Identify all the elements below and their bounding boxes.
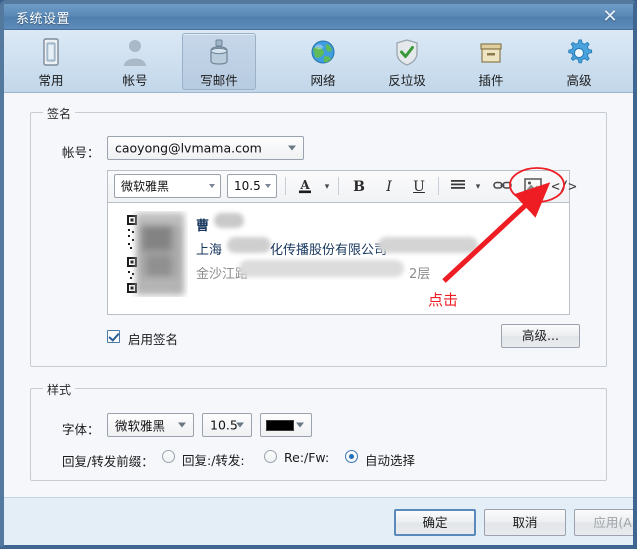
image-icon[interactable] <box>520 175 546 197</box>
underline-icon[interactable]: U <box>407 175 431 197</box>
redaction-block <box>227 237 271 253</box>
redaction-block <box>214 213 244 228</box>
style-font-label: 字体： <box>62 422 100 437</box>
chevron-down-icon <box>296 422 304 428</box>
tab-network-label: 网络 <box>310 73 336 88</box>
close-icon[interactable]: ✕ <box>597 6 623 28</box>
enable-signature-checkbox[interactable] <box>107 330 120 343</box>
user-icon <box>99 37 171 69</box>
signature-company-suffix: 化传播股份有限公司 <box>270 243 388 258</box>
align-icon[interactable] <box>447 175 469 197</box>
globe-icon <box>287 37 359 69</box>
signature-address-suffix: 2层 <box>409 267 431 282</box>
style-font-family-value: 微软雅黑 <box>115 418 166 434</box>
tab-general[interactable]: 常用 <box>14 33 88 90</box>
tab-advanced-label: 高级 <box>566 73 592 88</box>
tab-plugins-label: 插件 <box>478 73 504 88</box>
tab-general-label: 常用 <box>38 73 64 88</box>
tab-antispam-label: 反垃圾 <box>388 73 426 88</box>
toolbar-separator <box>338 177 339 195</box>
tab-network[interactable]: 网络 <box>286 33 360 90</box>
italic-icon[interactable]: I <box>377 175 401 197</box>
bold-icon[interactable]: B <box>347 175 371 197</box>
redaction-block <box>239 260 404 277</box>
chevron-down-icon <box>178 422 186 428</box>
plugin-box-icon <box>455 37 527 69</box>
font-color-icon[interactable]: A <box>294 175 316 197</box>
enable-signature-label: 启用签名 <box>128 332 179 347</box>
tab-compose-mail[interactable]: 写邮件 <box>182 33 256 90</box>
radio-auto-select[interactable] <box>345 450 358 463</box>
cancel-button[interactable]: 取消 <box>484 509 566 536</box>
tab-antispam[interactable]: 反垃圾 <box>370 33 444 90</box>
radio-reply-forward-cn[interactable] <box>162 450 175 463</box>
radio-auto-select-label: 自动选择 <box>365 453 416 468</box>
settings-window: 系统设置 ✕ 常用 帐号 写邮件 网络 反垃圾 插件 高级 签名 帐号： cao… <box>0 0 637 549</box>
svg-text:A: A <box>299 178 310 192</box>
radio-reply-forward-cn-label: 回复:/转发: <box>182 453 245 468</box>
source-code-icon[interactable]: </> <box>550 175 578 197</box>
align-dropdown-arrow-icon[interactable]: ▾ <box>467 175 489 197</box>
signature-group-title: 签名 <box>43 105 76 122</box>
toolbar-separator <box>285 177 286 195</box>
editor-font-size-value: 10.5 <box>234 179 261 193</box>
ok-button[interactable]: 确定 <box>394 509 476 536</box>
signature-advanced-button[interactable]: 高级... <box>501 324 580 348</box>
dialog-footer: 确定 取消 应用(A) <box>4 497 633 545</box>
style-group-title: 样式 <box>43 381 76 398</box>
link-icon[interactable] <box>490 175 516 197</box>
style-font-family-select[interactable]: 微软雅黑 <box>107 413 194 437</box>
redaction-block <box>378 237 478 253</box>
annotation-label: 点击 <box>428 291 459 309</box>
settings-tab-strip: 常用 帐号 写邮件 网络 反垃圾 插件 高级 <box>4 30 633 93</box>
battery-icon <box>15 37 87 69</box>
gear-icon <box>543 37 615 69</box>
signature-company-prefix: 上海 <box>196 243 223 258</box>
reply-prefix-label: 回复/转发前缀： <box>62 454 154 469</box>
editor-font-size-select[interactable]: 10.5 <box>227 174 277 198</box>
tab-advanced[interactable]: 高级 <box>542 33 616 90</box>
account-label: 帐号： <box>62 145 100 160</box>
qr-code-image <box>126 211 188 297</box>
inkwell-icon <box>183 37 255 69</box>
style-font-size-value: 10.5 <box>210 417 238 433</box>
editor-font-family-value: 微软雅黑 <box>121 179 170 194</box>
account-select[interactable]: caoyong@lvmama.com <box>107 136 304 160</box>
chevron-down-icon <box>209 184 215 188</box>
tab-compose-mail-label: 写邮件 <box>200 73 238 88</box>
title-bar: 系统设置 ✕ <box>4 4 633 30</box>
signature-name-line: 曹 <box>196 219 210 234</box>
chevron-down-icon <box>236 422 244 428</box>
color-dropdown-arrow-icon[interactable]: ▾ <box>316 175 338 197</box>
tab-account-label: 帐号 <box>122 73 148 88</box>
tab-plugins[interactable]: 插件 <box>454 33 528 90</box>
signature-editor[interactable]: 曹 上海 化传播股份有限公司 金沙江路 2层 <box>107 202 570 315</box>
chevron-down-icon <box>265 184 271 188</box>
apply-button: 应用(A) <box>574 509 633 536</box>
editor-font-family-select[interactable]: 微软雅黑 <box>114 174 221 198</box>
color-swatch <box>266 420 294 431</box>
style-font-size-select[interactable]: 10.5 <box>202 413 252 437</box>
radio-re-fw-en[interactable] <box>264 450 277 463</box>
window-title: 系统设置 <box>16 12 71 27</box>
chevron-down-icon <box>288 145 296 151</box>
radio-re-fw-en-label: Re:/Fw: <box>284 450 330 465</box>
toolbar-separator <box>438 177 439 195</box>
account-select-value: caoyong@lvmama.com <box>115 140 262 156</box>
editor-format-toolbar: 微软雅黑 10.5 A ▾ B I U ▾ </> <box>107 170 577 202</box>
tab-account[interactable]: 帐号 <box>98 33 172 90</box>
shield-check-icon <box>371 37 443 69</box>
style-font-color-select[interactable] <box>260 413 312 437</box>
